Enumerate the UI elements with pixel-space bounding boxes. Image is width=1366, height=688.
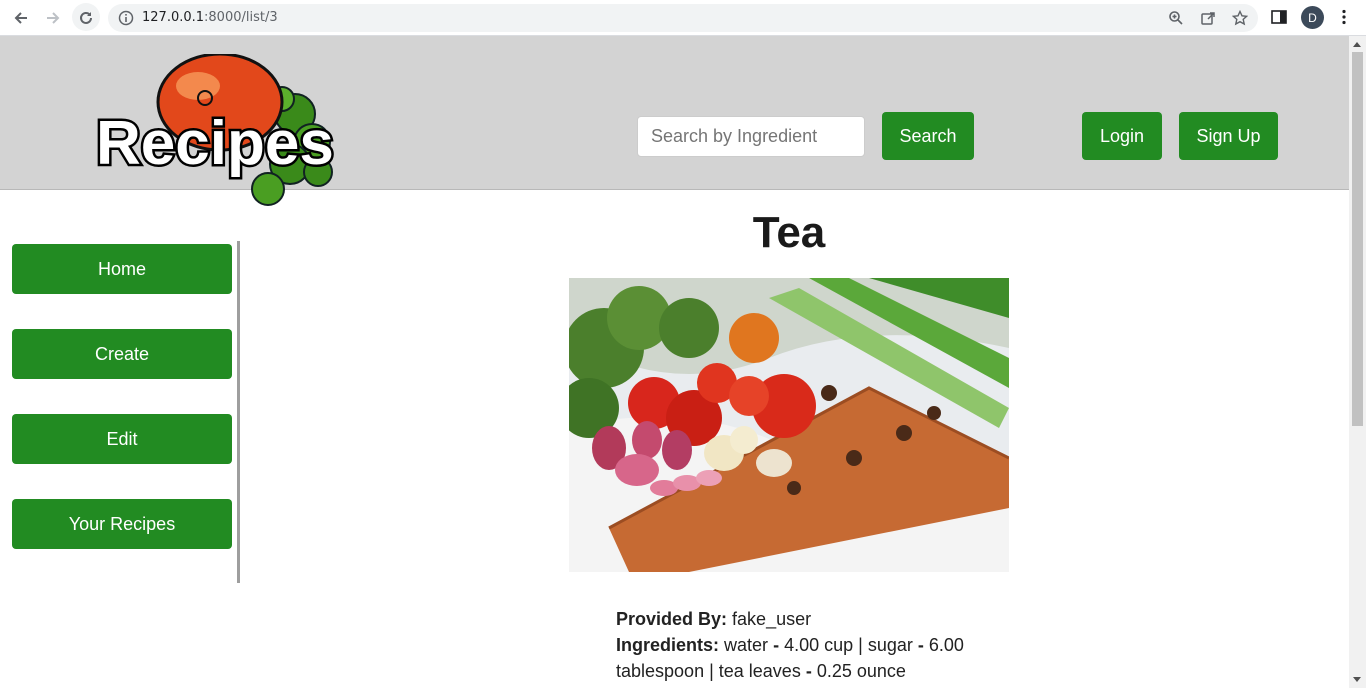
page-scrollbar[interactable]: [1349, 36, 1366, 688]
recipe-title: Tea: [752, 208, 826, 257]
sidebar-item-your-recipes[interactable]: Your Recipes: [12, 499, 232, 549]
site-info-icon[interactable]: [118, 10, 134, 26]
ingredient-amount: 4.00 cup: [784, 635, 854, 655]
provided-by-label: Provided By:: [616, 609, 728, 629]
ingredients-label: Ingredients:: [616, 635, 720, 655]
scroll-thumb[interactable]: [1352, 52, 1363, 426]
site-logo[interactable]: Recipes: [90, 52, 336, 214]
url-text: 127.0.0.1:8000/list/3: [142, 10, 278, 25]
sidebar-item-create[interactable]: Create: [12, 329, 232, 379]
sidebar-item-home[interactable]: Home: [12, 244, 232, 294]
sidebar-item-edit[interactable]: Edit: [12, 414, 232, 464]
profile-avatar[interactable]: D: [1301, 6, 1324, 29]
sidebar: Home Create Edit Your Recipes: [0, 241, 240, 583]
search-input[interactable]: [637, 116, 865, 157]
share-icon[interactable]: [1200, 10, 1216, 26]
zoom-icon[interactable]: [1168, 10, 1184, 26]
back-arrow-icon[interactable]: [8, 5, 34, 31]
search-button[interactable]: Search: [882, 112, 974, 160]
browser-toolbar: 127.0.0.1:8000/list/3 D: [0, 0, 1366, 36]
recipe-details: Provided By: fake_user Ingredients: wate…: [616, 606, 976, 684]
ingredient-amount: 0.25 ounce: [816, 661, 906, 681]
signup-button[interactable]: Sign Up: [1179, 112, 1278, 160]
ingredient-name: water: [724, 635, 769, 655]
recipe-image: [569, 278, 1009, 572]
reload-icon[interactable]: [73, 5, 99, 31]
logo-text: Recipes: [96, 109, 334, 178]
ingredients-line: Ingredients: water - 4.00 cup | sugar - …: [616, 635, 964, 681]
address-bar[interactable]: 127.0.0.1:8000/list/3: [108, 4, 1258, 32]
forward-arrow-icon[interactable]: [40, 5, 66, 31]
bookmark-star-icon[interactable]: [1232, 10, 1248, 26]
login-button[interactable]: Login: [1082, 112, 1162, 160]
side-panel-icon[interactable]: [1270, 8, 1288, 26]
ingredient-name: tea leaves: [718, 661, 801, 681]
provided-by-value: fake_user: [732, 609, 812, 629]
provided-by-line: Provided By: fake_user: [616, 606, 976, 632]
scroll-up-icon[interactable]: [1353, 42, 1361, 47]
page-viewport: Recipes Search Login Sign Up Home Create…: [0, 36, 1349, 688]
scroll-down-icon[interactable]: [1353, 677, 1361, 682]
ingredient-name: sugar: [867, 635, 913, 655]
menu-kebab-icon[interactable]: [1335, 8, 1353, 26]
